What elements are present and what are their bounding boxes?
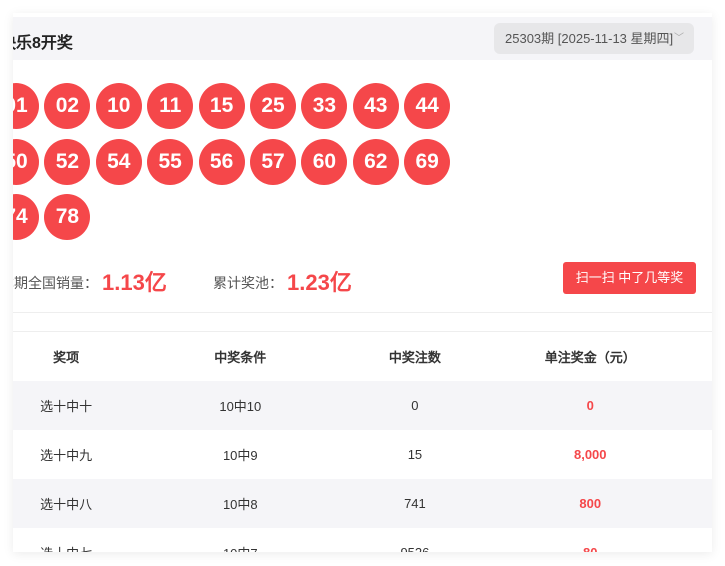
divider bbox=[13, 312, 712, 313]
table-cell: 741 bbox=[404, 496, 426, 511]
table-cell: 9526 bbox=[361, 528, 468, 552]
number-ball: 44 bbox=[404, 83, 451, 129]
table-cell: 10中8 bbox=[222, 497, 258, 512]
pool-info: 累计奖池： 1.23亿 bbox=[213, 265, 352, 297]
number-ball: 56 bbox=[198, 138, 245, 185]
period-select[interactable]: 25303期 [2025-11-13 星期四] ﹀ bbox=[494, 23, 694, 54]
table-cell: 0 bbox=[411, 398, 419, 413]
table-row: 选十中八 10中8 741 800 bbox=[13, 479, 712, 528]
pool-value: 1.23亿 bbox=[287, 270, 352, 295]
page-title: 快乐8开奖 bbox=[13, 35, 73, 52]
number-ball: 54 bbox=[95, 138, 142, 185]
table-cell: 选十中八 bbox=[40, 497, 93, 512]
table-cell: 15 bbox=[407, 447, 423, 462]
col-header: 中奖注数 bbox=[388, 349, 441, 365]
number-ball: 43 bbox=[352, 83, 399, 129]
sales-info: 本期全国销量：1.13亿 bbox=[13, 265, 167, 297]
number-ball: 60 bbox=[301, 138, 348, 185]
number-ball: 69 bbox=[404, 138, 451, 185]
number-ball: 78 bbox=[44, 194, 91, 240]
period-select-value: 25303期 [2025-11-13 星期四] bbox=[505, 31, 674, 46]
col-header: 中奖条件 bbox=[214, 349, 267, 365]
number-ball: 25 bbox=[250, 83, 296, 129]
number-ball: 10 bbox=[95, 83, 142, 129]
table-header-row: 奖项 中奖条件 中奖注数 单注奖金（元） bbox=[13, 331, 712, 381]
number-ball: 11 bbox=[147, 83, 194, 129]
number-ball: 15 bbox=[198, 83, 245, 129]
number-ball: 52 bbox=[44, 138, 91, 185]
number-ball: 50 bbox=[13, 138, 39, 185]
header-bar: 快乐8开奖 25303期 [2025-11-13 星期四]﹀ bbox=[13, 17, 712, 60]
table-cell: 选十中十 bbox=[40, 399, 93, 414]
table-cell: 800 bbox=[579, 496, 602, 511]
pool-label: 累计奖池： bbox=[213, 275, 283, 291]
number-ball: 02 bbox=[44, 83, 91, 129]
number-ball: 55 bbox=[147, 138, 194, 185]
sales-label: 本期全国销量： bbox=[13, 275, 98, 291]
lottery-card: 快乐8开奖 25303期 [2025-11-13 星期四]﹀ 010210111… bbox=[13, 13, 712, 552]
table-row: 选十中十 10中10 0 0 bbox=[13, 381, 712, 430]
table-row: 选十中七10中7952680 bbox=[13, 528, 712, 552]
table-cell: 80 bbox=[469, 528, 712, 552]
table-cell: 选十中九 bbox=[40, 448, 93, 463]
table-cell: 10中9 bbox=[222, 448, 258, 463]
table-cell: 选十中七 bbox=[13, 528, 119, 552]
col-header: 单注奖金（元） bbox=[544, 349, 636, 365]
number-ball: 33 bbox=[301, 83, 348, 129]
prize-table: 奖项 中奖条件 中奖注数 单注奖金（元） 选十中十 10中10 0 0 选十中九 10中9… bbox=[13, 331, 712, 552]
number-ball: 57 bbox=[250, 138, 296, 185]
number-ball: 01 bbox=[13, 83, 39, 129]
table-cell: 10中7 bbox=[119, 528, 361, 552]
table-cell: 0 bbox=[586, 398, 594, 413]
scan-prize-button[interactable]: 扫一扫 中了几等奖 bbox=[563, 262, 696, 294]
table-cell: 8,000 bbox=[573, 447, 607, 462]
table-cell: 10中10 bbox=[219, 399, 262, 414]
number-ball: 62 bbox=[352, 138, 399, 185]
sales-value: 1.13亿 bbox=[102, 270, 167, 295]
table-row: 选十中九 10中9 15 8,000 bbox=[13, 430, 712, 479]
number-ball: 74 bbox=[13, 194, 39, 240]
chevron-down-icon: ﹀ bbox=[674, 33, 684, 44]
col-header: 奖项 bbox=[53, 349, 80, 365]
